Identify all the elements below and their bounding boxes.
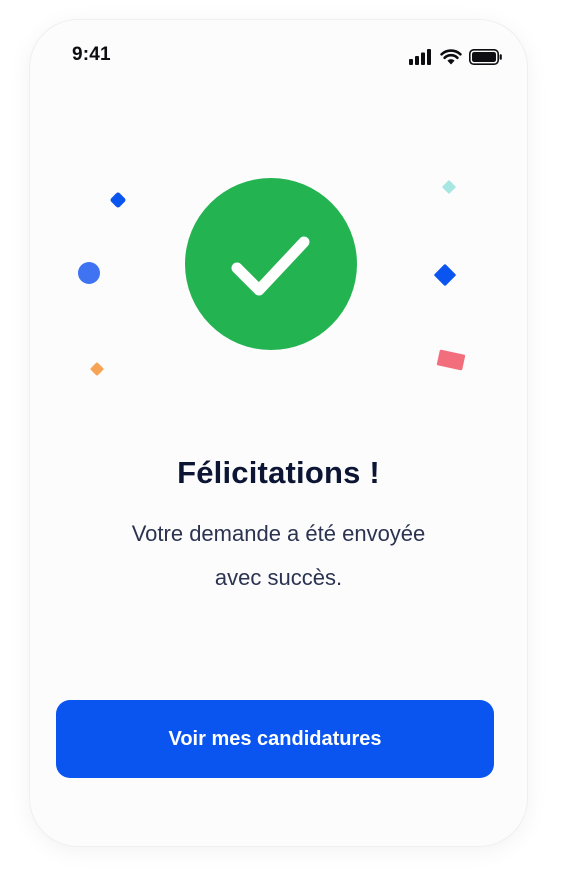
success-message: Votre demande a été envoyée avec succès. bbox=[70, 512, 487, 600]
confetti-circle-blue bbox=[78, 262, 100, 284]
confetti-square-blue bbox=[434, 264, 456, 286]
confetti-diamond-orange bbox=[90, 362, 104, 376]
battery-icon bbox=[469, 49, 503, 65]
status-time: 9:41 bbox=[72, 44, 111, 65]
confetti-rect-red bbox=[436, 349, 466, 371]
success-message-line-2: avec succès. bbox=[214, 565, 343, 590]
page-title: Félicitations ! bbox=[177, 455, 380, 490]
status-icons bbox=[409, 48, 503, 66]
status-bar: 9:41 bbox=[30, 20, 527, 90]
confetti-diamond-teal bbox=[442, 180, 456, 194]
phone-screen: 9:41 Félicitations ! Votre demande a été… bbox=[30, 20, 527, 846]
wifi-icon bbox=[440, 49, 462, 65]
success-badge bbox=[185, 178, 357, 350]
cellular-signal-icon bbox=[409, 49, 433, 65]
view-applications-button[interactable]: Voir mes candidatures bbox=[56, 700, 494, 778]
success-message-line-1: Votre demande a été envoyée bbox=[131, 521, 426, 546]
checkmark-icon bbox=[231, 236, 310, 296]
confetti-diamond-blue bbox=[110, 192, 126, 208]
